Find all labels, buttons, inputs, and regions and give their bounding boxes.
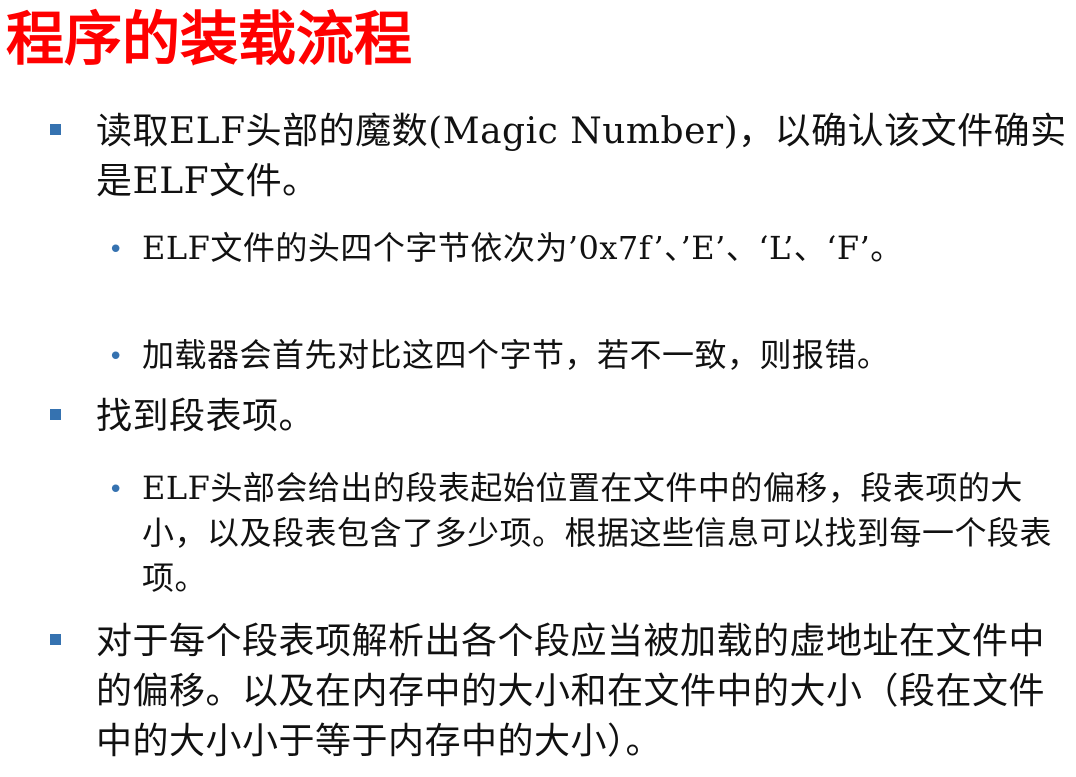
square-bullet-icon [50,634,61,645]
bullet-text: 找到段表项。 [96,396,316,437]
bullet-text: 读取ELF头部的魔数(Magic Number)，以确认该文件确实是ELF文件。 [96,111,1067,202]
sub-bullet-text: ELF文件的头四个字节依次为’0x7f’、’E’、‘L’、‘F’。 [142,229,903,267]
bullet-item-2: 找到段表项。 [50,392,1071,442]
sub-bullet-item-2-1: • ELF头部会给出的段表起始位置在文件中的偏移，段表项的大小，以及段表包含了多… [108,466,1067,601]
sub-bullet-text: 加载器会首先对比这四个字节，若不一致，则报错。 [142,336,890,374]
dot-bullet-icon: • [108,342,124,372]
slide-title: 程序的装载流程 [6,5,413,73]
dot-bullet-icon: • [108,235,124,265]
bullet-text: 对于每个段表项解析出各个段应当被加载的虚地址在文件中的偏移。以及在内存中的大小和… [96,621,1046,762]
sub-bullet-text: ELF头部会给出的段表起始位置在文件中的偏移，段表项的大小，以及段表包含了多少项… [142,469,1053,597]
bullet-item-1: 读取ELF头部的魔数(Magic Number)，以确认该文件确实是ELF文件。 [50,107,1071,207]
square-bullet-icon [50,409,61,420]
dot-bullet-icon: • [108,475,124,505]
sub-bullet-item-1-2: • 加载器会首先对比这四个字节，若不一致，则报错。 [108,333,1067,378]
square-bullet-icon [50,124,61,135]
sub-bullet-item-1-1: • ELF文件的头四个字节依次为’0x7f’、’E’、‘L’、‘F’。 [108,226,1067,271]
bullet-item-3: 对于每个段表项解析出各个段应当被加载的虚地址在文件中的偏移。以及在内存中的大小和… [50,617,1071,767]
